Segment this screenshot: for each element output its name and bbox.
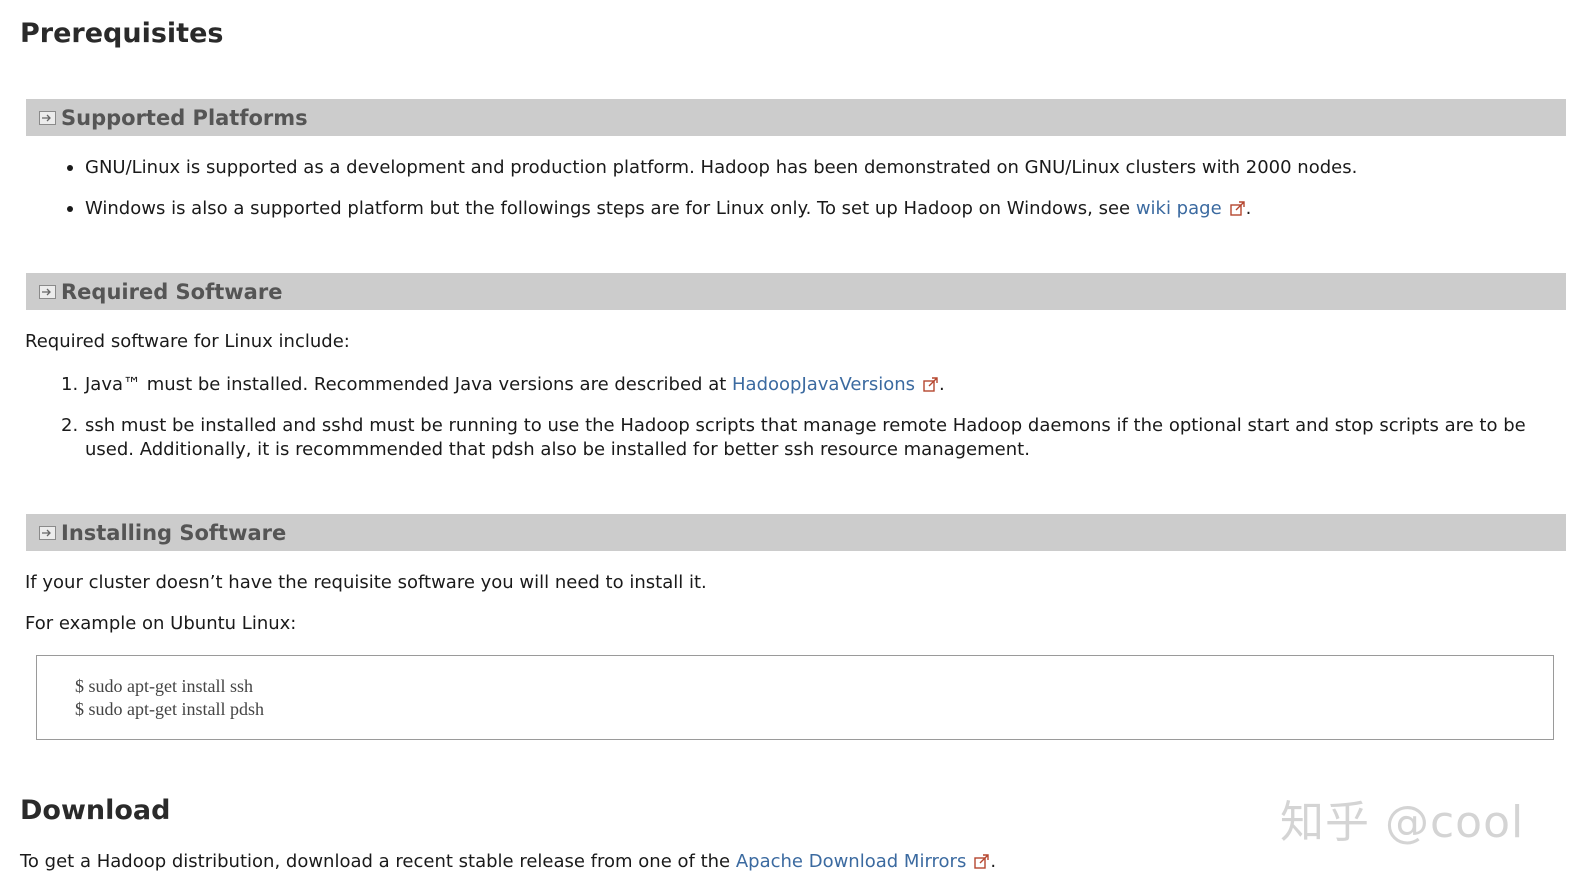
list-item-text-end: . [1245, 198, 1252, 219]
section-header-installing-software[interactable]: Installing Software [26, 514, 1566, 551]
section-title: Supported Platforms [61, 105, 308, 130]
code-block[interactable]: $ sudo apt-get install ssh $ sudo apt-ge… [36, 655, 1554, 740]
paragraph-text: To get a Hadoop distribution, download a… [20, 851, 736, 872]
collapse-arrow-icon[interactable] [39, 284, 56, 299]
collapse-arrow-icon[interactable] [39, 110, 56, 125]
list-number: 2. [61, 415, 79, 436]
list-item-text: Windows is also a supported platform but… [85, 198, 1136, 219]
hadoop-java-versions-link[interactable]: HadoopJavaVersions [732, 374, 915, 395]
external-link-icon[interactable] [974, 852, 990, 876]
page-title: Prerequisites [20, 18, 224, 49]
code-line: $ sudo apt-get install ssh [75, 676, 253, 696]
wiki-page-link[interactable]: wiki page [1136, 198, 1222, 219]
section-title: Installing Software [61, 520, 287, 545]
collapse-arrow-icon[interactable] [39, 525, 56, 540]
bullet-icon [67, 206, 73, 212]
watermark: 知乎 @cool [1280, 797, 1525, 848]
list-item-line1: ssh must be installed and sshd must be r… [85, 415, 1526, 436]
list-item: Java™ must be installed. Recommended Jav… [85, 373, 945, 399]
section-title: Required Software [61, 279, 283, 304]
paragraph: For example on Ubuntu Linux: [25, 613, 297, 634]
code-line: $ sudo apt-get install pdsh [75, 699, 264, 719]
paragraph: To get a Hadoop distribution, download a… [20, 850, 996, 876]
list-number: 1. [61, 374, 79, 395]
section-header-supported-platforms[interactable]: Supported Platforms [26, 99, 1566, 136]
bullet-icon [67, 165, 73, 171]
list-item: Windows is also a supported platform but… [85, 197, 1251, 223]
list-item: GNU/Linux is supported as a development … [85, 157, 1358, 178]
paragraph: Required software for Linux include: [25, 331, 350, 352]
paragraph: If your cluster doesn’t have the requisi… [25, 572, 707, 593]
paragraph-text-end: . [990, 851, 997, 872]
external-link-icon[interactable] [1229, 199, 1246, 223]
section-header-required-software[interactable]: Required Software [26, 273, 1566, 310]
list-item-line2: used. Additionally, it is recommmended t… [85, 439, 1030, 460]
external-link-icon[interactable] [923, 375, 939, 399]
list-item-text-end: . [939, 374, 945, 395]
list-item-text: Java™ must be installed. Recommended Jav… [85, 374, 732, 395]
apache-download-mirrors-link[interactable]: Apache Download Mirrors [736, 851, 966, 872]
download-heading: Download [20, 795, 171, 826]
